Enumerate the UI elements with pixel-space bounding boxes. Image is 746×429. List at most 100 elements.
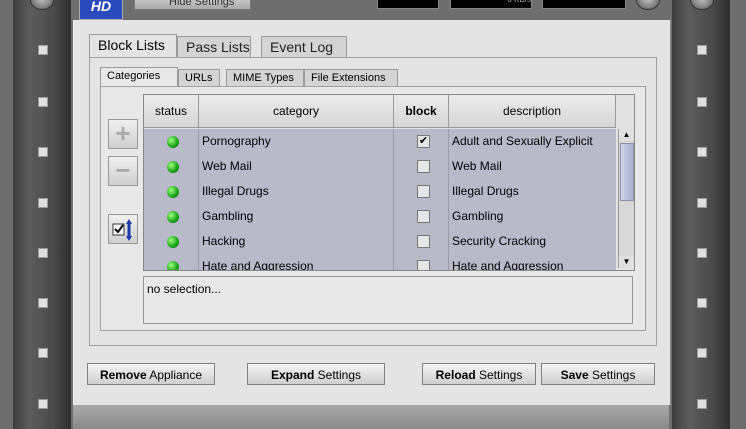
status-display xyxy=(377,0,439,9)
rail-hole xyxy=(697,97,707,107)
appliance-header: HD Hide Settings 0 KB/s xyxy=(0,0,746,22)
description-cell: Web Mail xyxy=(452,159,502,173)
block-checkbox[interactable] xyxy=(417,260,430,270)
status-indicator-icon xyxy=(167,186,179,198)
button-label-bold: Save xyxy=(560,368,589,382)
block-cell xyxy=(394,179,449,204)
category-cell: Gambling xyxy=(199,204,394,229)
category-cell: Web Mail xyxy=(199,154,394,179)
table-row[interactable]: Illegal Drugs Illegal Drugs xyxy=(144,179,616,205)
rail-hole xyxy=(38,298,48,308)
status-display xyxy=(542,0,626,9)
scrollbar-thumb[interactable] xyxy=(620,143,634,201)
appliance-logo: HD xyxy=(79,0,123,20)
rail-hole xyxy=(38,399,48,409)
table-scrollbar[interactable]: ▲ ▼ xyxy=(618,129,634,268)
status-cell xyxy=(144,229,199,254)
tab-categories[interactable]: Categories xyxy=(100,67,178,86)
rail-hole xyxy=(697,399,707,409)
reload-settings-button[interactable]: Reload Settings xyxy=(422,363,536,385)
column-description[interactable]: description xyxy=(449,95,616,128)
status-indicator-icon xyxy=(167,261,179,270)
table-row[interactable]: Gambling Gambling xyxy=(144,204,616,230)
remove-category-button[interactable]: − xyxy=(108,156,138,186)
rack-rail-right xyxy=(672,0,730,429)
save-settings-button[interactable]: Save Settings xyxy=(541,363,655,385)
button-label: Settings xyxy=(314,368,362,382)
description-cell: Security Cracking xyxy=(452,234,547,248)
column-status[interactable]: status xyxy=(144,95,199,128)
table-row[interactable]: Hate and Aggression Hate and Aggression xyxy=(144,254,616,271)
categories-table: status category block description Pornog… xyxy=(143,94,635,271)
add-category-button[interactable]: + xyxy=(108,119,138,149)
remove-appliance-button[interactable]: Remove Appliance xyxy=(87,363,215,385)
table-row[interactable]: Pornography ✔ Adult and Sexually Explicit xyxy=(144,129,616,155)
expand-settings-button[interactable]: Expand Settings xyxy=(247,363,385,385)
block-checkbox[interactable]: ✔ xyxy=(417,135,430,148)
toggle-block-button[interactable] xyxy=(108,214,138,244)
button-label: Settings xyxy=(588,368,636,382)
rail-hole xyxy=(38,147,48,157)
status-cell xyxy=(144,154,199,179)
column-block[interactable]: block xyxy=(394,95,449,128)
category-cell: Hate and Aggression xyxy=(199,254,394,270)
block-checkbox[interactable] xyxy=(417,185,430,198)
table-row[interactable]: Hacking Security Cracking xyxy=(144,229,616,255)
status-indicator-icon xyxy=(167,236,179,248)
block-cell xyxy=(394,254,449,270)
power-knob-icon[interactable] xyxy=(636,0,660,10)
status-indicator-icon xyxy=(167,161,179,173)
rail-hole xyxy=(697,198,707,208)
rail-hole xyxy=(697,147,707,157)
rail-hole xyxy=(697,248,707,258)
tab-file-extensions[interactable]: File Extensions xyxy=(304,69,398,86)
selection-text: no selection... xyxy=(147,282,222,296)
button-label: Settings xyxy=(475,368,523,382)
description-cell: Illegal Drugs xyxy=(452,184,519,198)
description-cell: Adult and Sexually Explicit xyxy=(452,134,593,148)
rail-hole xyxy=(697,348,707,358)
rail-hole xyxy=(38,45,48,55)
minus-icon: − xyxy=(115,155,131,185)
checkbox-toggle-icon xyxy=(109,215,137,243)
status-cell xyxy=(144,179,199,204)
tab-pass-lists[interactable]: Pass Lists xyxy=(177,36,251,57)
tab-urls[interactable]: URLs xyxy=(178,69,220,86)
block-cell: ✔ xyxy=(394,129,449,154)
status-cell xyxy=(144,129,199,154)
appliance-panel-bottom xyxy=(73,405,669,429)
button-label-bold: Remove xyxy=(99,368,147,382)
throughput-display: 0 KB/s xyxy=(450,0,532,9)
screw-icon xyxy=(30,0,54,10)
rail-hole xyxy=(38,198,48,208)
rail-hole xyxy=(697,45,707,55)
column-category[interactable]: category xyxy=(199,95,394,128)
category-cell: Pornography xyxy=(199,129,394,154)
block-cell xyxy=(394,229,449,254)
block-checkbox[interactable] xyxy=(417,235,430,248)
description-cell: Hate and Aggression xyxy=(452,259,564,271)
button-label: Appliance xyxy=(146,368,203,382)
table-row[interactable]: Web Mail Web Mail xyxy=(144,154,616,180)
status-indicator-icon xyxy=(167,136,179,148)
scroll-up-arrow-icon[interactable]: ▲ xyxy=(619,129,634,141)
button-label-bold: Reload xyxy=(435,368,476,382)
block-checkbox[interactable] xyxy=(417,210,430,223)
block-checkbox[interactable] xyxy=(417,160,430,173)
description-cell: Gambling xyxy=(452,209,504,223)
hide-settings-button[interactable]: Hide Settings xyxy=(134,0,251,10)
button-label-bold: Expand xyxy=(270,368,315,382)
rail-hole xyxy=(38,248,48,258)
tab-mime-types[interactable]: MIME Types xyxy=(226,69,304,86)
rail-hole xyxy=(38,348,48,358)
scroll-down-arrow-icon[interactable]: ▼ xyxy=(619,256,634,268)
status-indicator-icon xyxy=(167,211,179,223)
table-header: status category block description xyxy=(144,95,616,129)
tab-block-lists[interactable]: Block Lists xyxy=(89,34,177,57)
rail-hole xyxy=(38,97,48,107)
status-cell xyxy=(144,254,199,270)
tab-event-log[interactable]: Event Log xyxy=(261,36,347,57)
rail-hole xyxy=(697,298,707,308)
screw-icon xyxy=(690,0,714,10)
status-cell xyxy=(144,204,199,229)
